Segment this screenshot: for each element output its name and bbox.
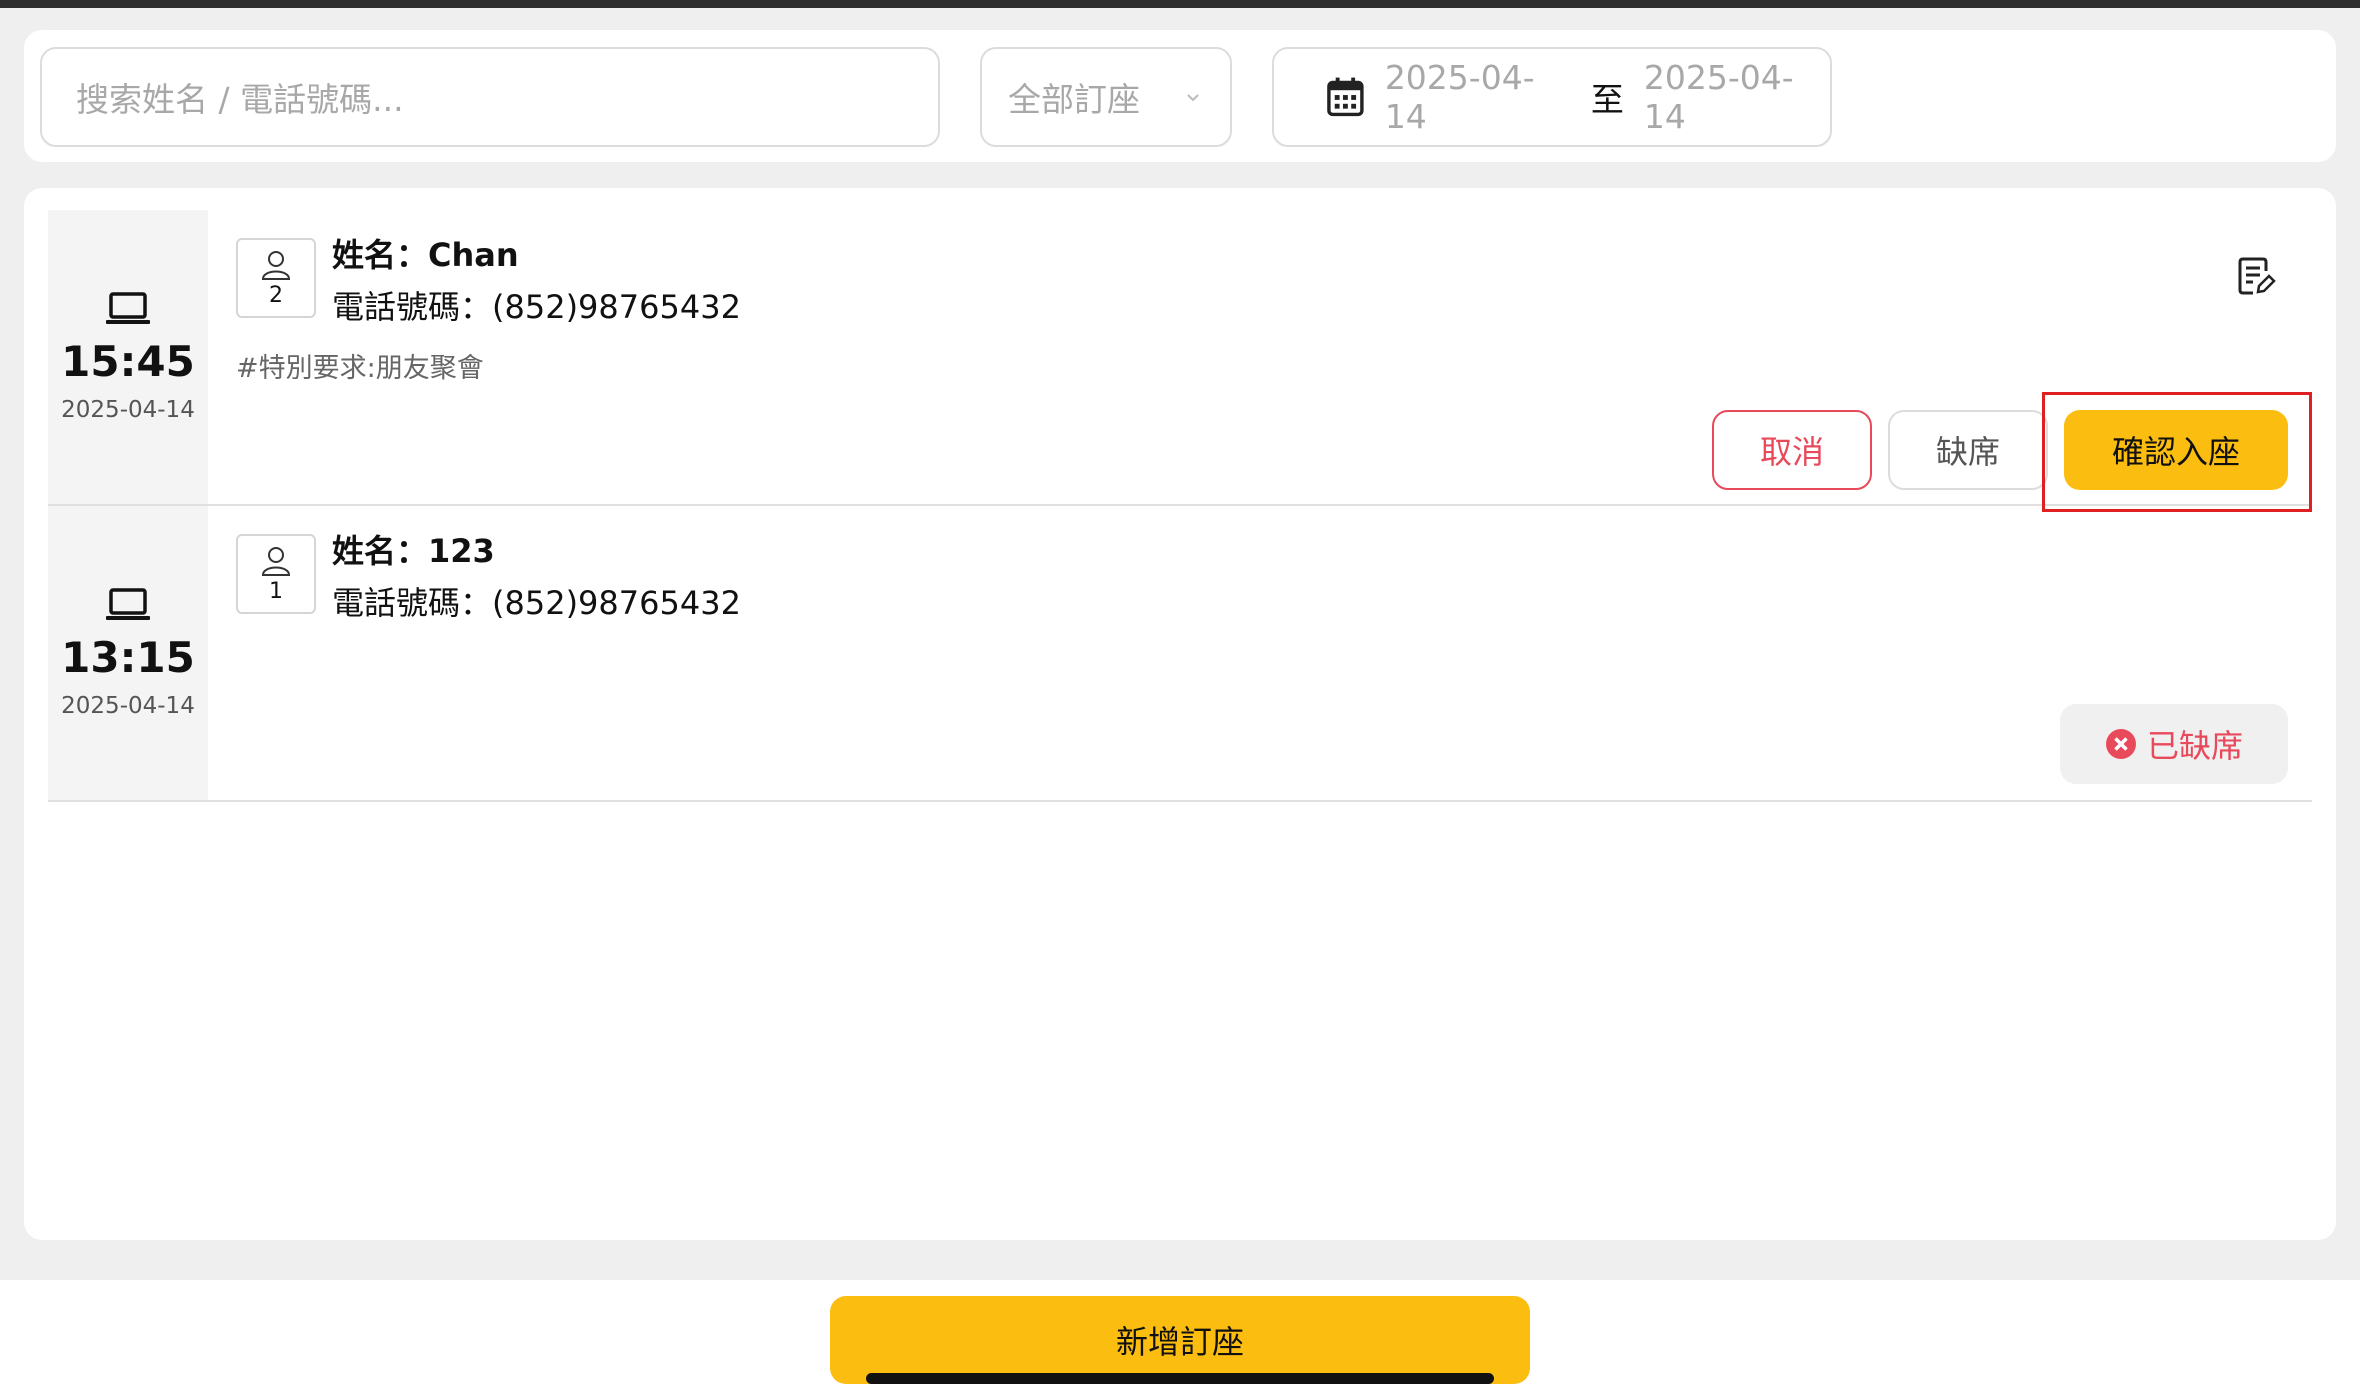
no-show-button[interactable]: 缺席	[1888, 410, 2048, 490]
date-from: 2025-04-14	[1384, 58, 1535, 136]
laptop-icon	[106, 588, 150, 620]
party-size-badge: 1	[236, 534, 316, 614]
reservation-type-select[interactable]: 全部訂座	[980, 47, 1232, 147]
reservation-date: 2025-04-14	[61, 693, 195, 719]
date-range-picker[interactable]: 2025-04-14 至 2025-04-14	[1272, 47, 1832, 147]
no-show-status-badge: 已缺席	[2060, 704, 2288, 784]
no-show-status: 已缺席	[2146, 727, 2243, 765]
reservation-time: 13:15	[61, 633, 195, 682]
party-size: 2	[269, 283, 283, 308]
date-separator: 至	[1590, 80, 1624, 119]
reservation-date: 2025-04-14	[61, 397, 195, 423]
guest-name: 姓名：123	[332, 532, 495, 570]
laptop-icon	[106, 292, 150, 324]
reservation-type-value: 全部訂座	[1008, 80, 1140, 119]
add-reservation-button[interactable]: 新增訂座	[830, 1296, 1530, 1384]
add-reservation-label: 新增訂座	[1115, 1323, 1244, 1361]
person-icon	[261, 547, 291, 576]
home-indicator	[866, 1373, 1494, 1384]
reservation-time-column: 15:45 2025-04-14	[48, 210, 208, 504]
reservation-row[interactable]: 13:15 2025-04-14 1 姓名：123 電話號碼：(852)9876…	[48, 506, 2312, 802]
no-show-label: 缺席	[1935, 433, 2000, 471]
edit-note-icon[interactable]	[2236, 256, 2276, 296]
highlight-box	[2042, 392, 2312, 512]
search-input[interactable]: 搜索姓名 / 電話號碼...	[40, 47, 940, 147]
date-to: 2025-04-14	[1643, 58, 1794, 136]
party-size: 1	[269, 579, 283, 604]
person-icon	[261, 251, 291, 280]
guest-phone: 電話號碼：(852)98765432	[332, 288, 741, 326]
reservation-time-column: 13:15 2025-04-14	[48, 506, 208, 800]
special-request: #特別要求:朋友聚會	[236, 353, 484, 384]
party-size-badge: 2	[236, 238, 316, 318]
guest-phone: 電話號碼：(852)98765432	[332, 584, 741, 622]
chevron-down-icon	[1187, 94, 1199, 102]
cancel-label: 取消	[1759, 433, 1824, 471]
cancel-button[interactable]: 取消	[1712, 410, 1872, 490]
reservation-row[interactable]: 15:45 2025-04-14 2 姓名：Chan 電話號碼：(852)987…	[48, 210, 2312, 506]
calendar-icon	[1327, 77, 1364, 117]
close-circle-icon	[2105, 729, 2136, 759]
top-status-line	[0, 0, 2360, 8]
guest-name: 姓名：Chan	[332, 236, 519, 274]
search-placeholder: 搜索姓名 / 電話號碼...	[76, 80, 404, 119]
reservation-time: 15:45	[61, 337, 195, 386]
